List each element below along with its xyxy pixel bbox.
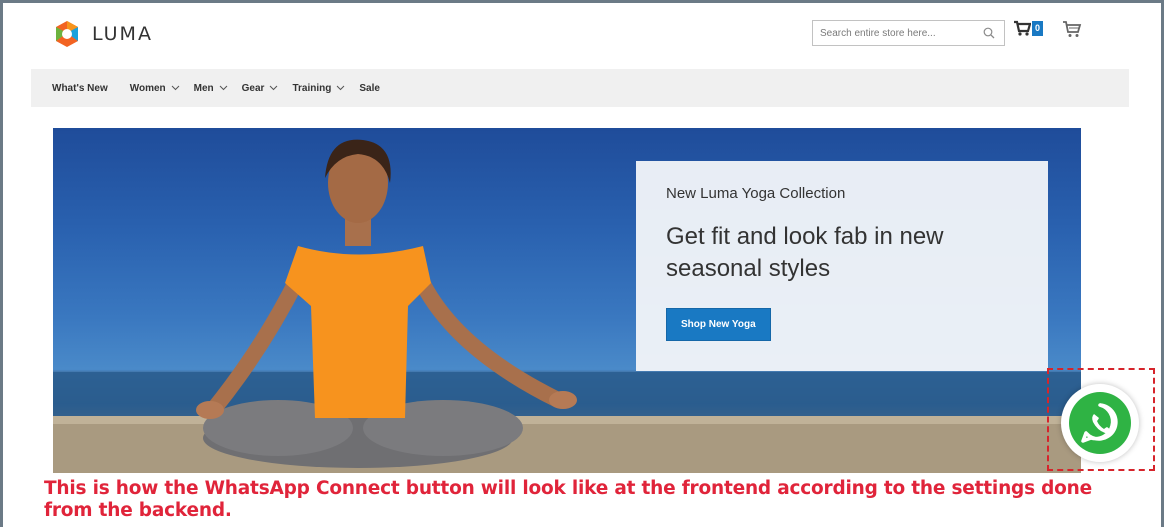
nav-item-training[interactable]: Training [292, 83, 345, 94]
luma-logo-icon [56, 21, 78, 47]
shop-new-yoga-button[interactable]: Shop New Yoga [666, 308, 771, 341]
main-nav: What's New Women Men Gear Training Sale [31, 69, 1129, 107]
whatsapp-icon [1069, 392, 1131, 454]
promo-card: New Luma Yoga Collection Get fit and loo… [636, 161, 1048, 371]
nav-item-gear[interactable]: Gear [242, 83, 279, 94]
compare-cart-icon [1014, 20, 1031, 36]
nav-item-whats-new[interactable]: What's New [52, 83, 108, 94]
whatsapp-button[interactable] [1061, 384, 1139, 462]
search-icon[interactable] [983, 27, 995, 39]
brand-logo[interactable]: LUMA [52, 19, 153, 49]
search-box[interactable] [812, 20, 1005, 46]
cart-icon[interactable] [1062, 20, 1082, 38]
chevron-down-icon [171, 85, 180, 91]
chevron-down-icon [337, 85, 345, 91]
chevron-down-icon [219, 85, 228, 91]
nav-item-label: Gear [241, 82, 265, 94]
nav-item-women[interactable]: Women [130, 83, 180, 94]
promo-subtitle: New Luma Yoga Collection [666, 185, 846, 202]
nav-item-label: What's New [52, 82, 108, 94]
promo-title: Get fit and look fab in new seasonal sty… [666, 223, 944, 282]
nav-item-label: Sale [359, 82, 380, 94]
search-input[interactable] [820, 27, 980, 39]
caption-text: This is how the WhatsApp Connect button … [44, 478, 1093, 521]
hero-banner[interactable]: New Luma Yoga Collection Get fit and loo… [53, 128, 1081, 473]
nav-item-label: Training [292, 82, 332, 94]
brand-name: LUMA [92, 23, 153, 45]
compare-count-badge: 0 [1032, 20, 1044, 36]
nav-item-label: Men [193, 82, 214, 94]
nav-item-label: Women [129, 82, 166, 94]
compare-link[interactable]: 0 [1013, 20, 1044, 36]
chevron-down-icon [270, 85, 278, 91]
nav-item-sale[interactable]: Sale [359, 83, 380, 94]
nav-item-men[interactable]: Men [194, 83, 228, 94]
